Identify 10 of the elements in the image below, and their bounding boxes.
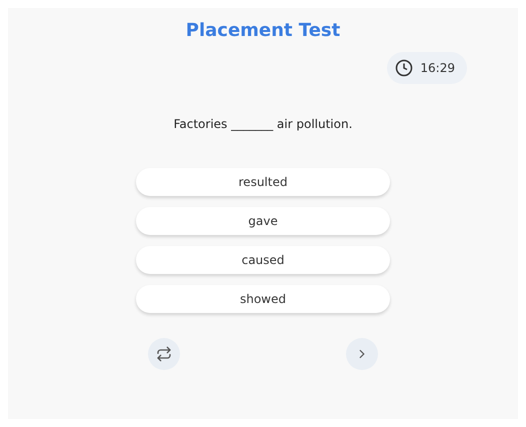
question-text: Factories _______ air pollution. xyxy=(174,116,352,132)
answer-option[interactable]: resulted xyxy=(136,168,390,196)
answer-option[interactable]: showed xyxy=(136,285,390,313)
swap-button[interactable] xyxy=(148,338,180,370)
timer-text: 16:29 xyxy=(420,61,455,75)
answer-option[interactable]: gave xyxy=(136,207,390,235)
answer-option[interactable]: caused xyxy=(136,246,390,274)
clock-icon xyxy=(395,59,414,77)
page-title: Placement Test xyxy=(186,20,340,42)
repeat-icon xyxy=(156,346,172,362)
